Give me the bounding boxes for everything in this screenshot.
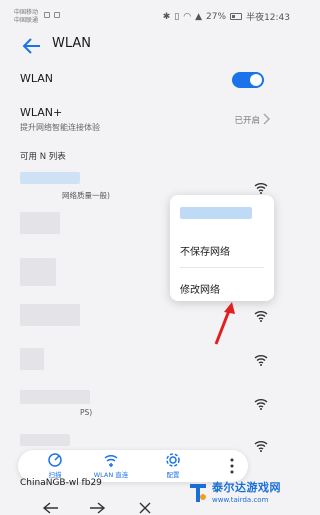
watermark-logo-icon xyxy=(190,484,206,502)
popup-network-name-redacted xyxy=(180,207,252,219)
scan-icon xyxy=(48,453,62,467)
watermark-url: www.tairda.com xyxy=(212,496,269,504)
app-header: WLAN xyxy=(0,28,298,62)
wifi-lock-icon xyxy=(254,441,268,452)
wifi-lock-icon xyxy=(254,355,268,366)
available-networks-header: 可用 N 列表 xyxy=(20,152,66,162)
wlan-label: WLAN xyxy=(20,72,54,85)
partial-network-name: ChinaNGB-wl fb29 xyxy=(20,478,102,488)
wlan-switch[interactable] xyxy=(232,72,264,88)
wlan-direct-button[interactable]: WLAN 直连 xyxy=(86,452,136,480)
modify-network-option[interactable]: 修改网络 xyxy=(180,281,220,296)
network-item[interactable] xyxy=(0,300,298,336)
page-title: WLAN xyxy=(52,36,92,51)
nav-close-icon[interactable] xyxy=(139,502,151,514)
notification-icon xyxy=(54,12,60,18)
status-icons: ✱ ▯ ◠ ▲ 27% 半夜12:43 xyxy=(162,10,290,24)
forget-network-option[interactable]: 不保存网络 xyxy=(180,243,230,258)
network-status: PS) xyxy=(80,408,93,417)
bluetooth-icon: ✱ xyxy=(162,11,171,22)
gear-icon xyxy=(166,453,180,467)
network-name-redacted xyxy=(20,434,70,446)
watermark-title: 泰尔达游戏网 xyxy=(212,481,281,494)
carrier-1: 中国移动 xyxy=(14,9,39,16)
network-name-redacted xyxy=(20,390,90,404)
wifi-status-icon: ◠ xyxy=(183,11,192,22)
wlan-plus-subtitle: 提升网络智能连接体验 xyxy=(20,123,100,132)
back-arrow-icon[interactable] xyxy=(20,34,44,58)
wlan-plus-label: WLAN+ xyxy=(20,106,63,119)
nav-forward-icon[interactable] xyxy=(90,502,106,514)
network-name-redacted xyxy=(20,348,44,370)
more-options-icon[interactable] xyxy=(230,458,234,474)
chevron-right-icon xyxy=(263,113,271,125)
network-name-redacted xyxy=(20,258,56,286)
menu-divider xyxy=(180,267,264,268)
wifi-lock-icon xyxy=(254,399,268,410)
network-name-redacted xyxy=(20,172,80,184)
status-bar: 中国移动 中国联通 ✱ ▯ ◠ ▲ 27% 半夜12:43 xyxy=(0,0,298,28)
vibrate-icon: ▯ xyxy=(174,11,180,22)
battery-percent: 27% xyxy=(206,11,227,22)
wlan-toggle-row[interactable]: WLAN xyxy=(0,64,298,96)
network-status: 网络质量一般) xyxy=(62,191,110,200)
battery-icon xyxy=(230,13,243,20)
network-name-redacted xyxy=(20,212,60,234)
network-name-redacted xyxy=(20,304,80,326)
network-item[interactable] xyxy=(0,344,298,380)
carrier-2: 中国联通 xyxy=(14,17,39,24)
network-item[interactable]: PS) xyxy=(0,388,298,424)
red-arrow-annotation xyxy=(214,302,235,345)
clock: 半夜12:43 xyxy=(246,13,290,23)
network-context-menu: 不保存网络 修改网络 xyxy=(170,195,274,301)
scan-button[interactable]: 扫描 xyxy=(30,452,80,480)
signal-icon: ▲ xyxy=(195,11,203,22)
wlan-plus-row[interactable]: WLAN+ 提升网络智能连接体验 已开启 xyxy=(0,100,298,140)
site-watermark: 泰尔达游戏网 www.tairda.com xyxy=(188,476,294,512)
wlan-plus-value: 已开启 xyxy=(234,116,260,126)
notification-icon xyxy=(44,12,50,18)
wifi-lock-icon xyxy=(254,183,268,194)
nav-back-icon[interactable] xyxy=(42,502,58,514)
wifi-lock-icon xyxy=(254,311,268,322)
wifi-direct-icon xyxy=(104,454,118,467)
